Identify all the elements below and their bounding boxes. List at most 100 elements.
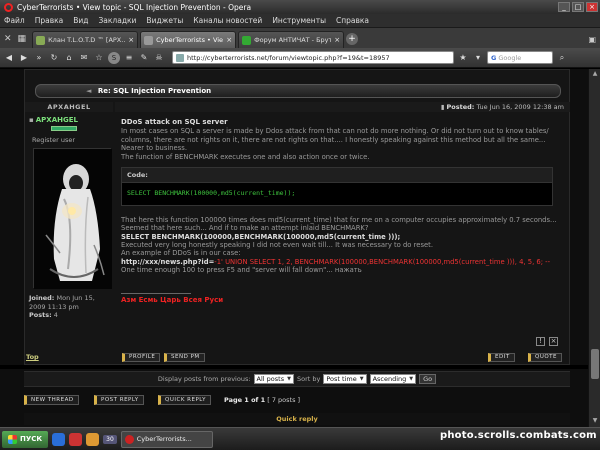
- navigation-bar: ◀ ▶ » ↻ ⌂ ✉ ☆ S ≡ ✎ ☠ http://cyberterror…: [0, 48, 600, 68]
- scroll-up-icon[interactable]: ▲: [591, 70, 599, 78]
- menu-edit[interactable]: Правка: [35, 16, 64, 25]
- report-icon[interactable]: !: [536, 337, 545, 346]
- tab-cyberterrorists[interactable]: CyberTerrorists • View t... ×: [140, 31, 237, 48]
- avatar-figure-icon: [34, 149, 112, 289]
- tab-label: Клан T.L.O.T.D ™ [АРХ...: [48, 36, 126, 44]
- post-paragraph: Executed very long honestly speaking I d…: [121, 241, 433, 250]
- tab-clan[interactable]: Клан T.L.O.T.D ™ [АРХ... ×: [32, 31, 139, 48]
- search-input[interactable]: G Google: [487, 51, 553, 64]
- topic-header-title: Re: SQL Injection Prevention: [97, 87, 212, 95]
- posts-count: [ 7 posts ]: [267, 396, 301, 404]
- search-icon[interactable]: ⌕: [556, 52, 568, 64]
- skull-icon[interactable]: ☠: [153, 52, 165, 64]
- topic-arrow-icon: ◄: [86, 87, 92, 95]
- posts-filter-select[interactable]: All posts ▼: [253, 374, 294, 384]
- top-link[interactable]: Top: [26, 353, 39, 361]
- menu-bookmarks[interactable]: Закладки: [99, 16, 137, 25]
- taskbar-opera-window[interactable]: CyberTerrorists...: [120, 430, 213, 448]
- profile-button[interactable]: PROFILE: [122, 353, 161, 362]
- menu-widgets[interactable]: Виджеты: [146, 16, 183, 25]
- opera-quicklaunch-icon[interactable]: [69, 432, 83, 446]
- avatar: [33, 148, 112, 289]
- address-star-icon[interactable]: ★: [457, 52, 469, 64]
- author-rank: Register user: [32, 136, 76, 144]
- home-icon[interactable]: ⌂: [63, 52, 75, 64]
- mail-icon[interactable]: ✉: [78, 52, 90, 64]
- search-placeholder: Google: [498, 53, 522, 62]
- menu-feeds[interactable]: Каналы новостей: [193, 16, 262, 25]
- code-content[interactable]: SELECT BENCHMARK(100000,md5(current_time…: [122, 183, 552, 204]
- sort-order-select[interactable]: Ascending ▼: [369, 374, 417, 384]
- skype-icon[interactable]: S: [108, 51, 120, 64]
- posts-filter-value: All posts: [256, 375, 285, 383]
- vertical-scrollbar[interactable]: ▲ ▼: [588, 69, 600, 427]
- post-reply-button[interactable]: POST REPLY: [94, 395, 144, 405]
- task-label: CyberTerrorists...: [136, 435, 192, 443]
- sort-field-select[interactable]: Post time ▼: [323, 374, 367, 384]
- post-icon: ▮: [440, 103, 445, 111]
- close-icon[interactable]: ×: [586, 2, 598, 12]
- quick-reply-button[interactable]: QUICK REPLY: [158, 395, 211, 405]
- desktop-icon[interactable]: [52, 432, 66, 446]
- go-button[interactable]: Go: [419, 374, 437, 384]
- info-icon[interactable]: ×: [549, 337, 558, 346]
- send-pm-button[interactable]: SEND PM: [164, 353, 205, 362]
- window-title: CyberTerrorists • View topic - SQL Injec…: [17, 2, 252, 12]
- site-icon: [176, 53, 184, 62]
- quick-reply-link[interactable]: Quick reply: [24, 413, 570, 425]
- wand-icon[interactable]: ✎: [138, 52, 150, 64]
- author-username[interactable]: ▪ APXAHGEL: [29, 116, 113, 124]
- menu-file[interactable]: Файл: [4, 16, 25, 25]
- tab-close-icon[interactable]: ×: [226, 36, 232, 44]
- posted-header: ▮ Posted: Tue Jun 16, 2009 12:38 am: [115, 102, 570, 112]
- back-icon[interactable]: ◀: [3, 52, 15, 64]
- tools-icon[interactable]: ✕: [4, 34, 12, 44]
- tab-bar: ✕ ▦ Клан T.L.O.T.D ™ [АРХ... × CyberTerr…: [0, 28, 600, 48]
- start-button[interactable]: ПУСК: [2, 430, 49, 448]
- menu-tools[interactable]: Инструменты: [272, 16, 326, 25]
- bookmark-icon[interactable]: ☆: [93, 52, 105, 64]
- chevron-down-icon: ▼: [409, 376, 414, 382]
- address-field[interactable]: http://cyberterrorists.net/forum/viewtop…: [172, 51, 454, 64]
- sort-order-value: Ascending: [372, 375, 407, 383]
- display-options-bar: Display posts from previous: All posts ▼ …: [24, 371, 570, 387]
- opera-logo-icon: [4, 2, 13, 12]
- forward-icon[interactable]: ▶: [18, 52, 30, 64]
- posts-label: Posts:: [29, 311, 52, 319]
- taskbar-badge: 30: [103, 434, 117, 444]
- posts-value: 4: [53, 311, 58, 319]
- trash-icon[interactable]: ▦: [18, 34, 27, 44]
- tab-close-icon[interactable]: ×: [128, 36, 134, 44]
- fast-forward-icon[interactable]: »: [33, 52, 45, 64]
- post-subject: DDoS attack on SQL server: [121, 118, 228, 126]
- start-label: ПУСК: [20, 435, 43, 443]
- post-paragraph: The function of BENCHMARK executes one a…: [121, 152, 370, 161]
- minimize-icon[interactable]: _: [558, 2, 570, 12]
- tab-list-icon[interactable]: ▣: [588, 35, 596, 44]
- edit-button[interactable]: EDIT: [488, 353, 515, 362]
- post-paragraph: In most cases on SQL a server is made by…: [121, 127, 549, 153]
- tab-tools: ✕ ▦: [4, 30, 26, 48]
- reload-icon[interactable]: ↻: [48, 52, 60, 64]
- folder-icon[interactable]: [86, 432, 100, 446]
- scroll-down-icon[interactable]: ▼: [591, 417, 599, 425]
- new-tab-icon[interactable]: +: [346, 33, 359, 45]
- post-paragraph: An example of DDoS is in our case:: [121, 249, 241, 258]
- window-titlebar: CyberTerrorists • View topic - SQL Injec…: [0, 0, 600, 14]
- tab-close-icon[interactable]: ×: [334, 36, 340, 44]
- address-dropdown-icon[interactable]: ▾: [472, 52, 484, 64]
- tab-favicon-icon: [144, 35, 154, 45]
- scrollbar-thumb[interactable]: [591, 349, 599, 379]
- menu-view[interactable]: Вид: [73, 16, 88, 25]
- separator: [0, 365, 588, 369]
- maximize-icon[interactable]: □: [572, 2, 584, 12]
- signature-divider: [121, 292, 191, 294]
- topic-action-bar: NEW THREAD POST REPLY QUICK REPLY Page 1…: [24, 395, 570, 407]
- feeds-icon[interactable]: ≡: [123, 52, 135, 64]
- tab-antichat[interactable]: Форум АНТИЧАТ - Брут... ×: [238, 31, 345, 48]
- example-line: http://xxx/news.php?id=-1' UNION SELECT …: [121, 258, 567, 266]
- new-thread-button[interactable]: NEW THREAD: [24, 395, 79, 405]
- watermark: photo.scrolls.combats.com: [440, 430, 597, 441]
- menu-help[interactable]: Справка: [336, 16, 369, 25]
- quote-button[interactable]: QUOTE: [528, 353, 563, 362]
